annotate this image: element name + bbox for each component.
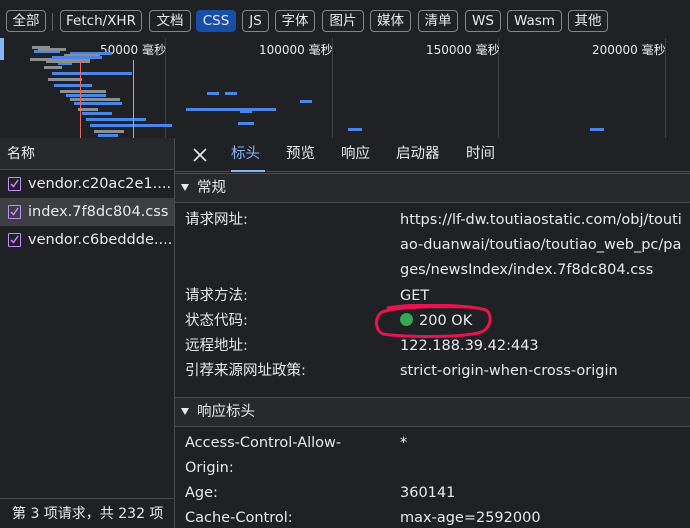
tab-preview[interactable]: 预览 [286,138,315,172]
age-header-value: 360141 [400,485,456,501]
request-timing-bar [207,92,219,95]
tab-response[interactable]: 响应 [341,138,370,172]
request-timing-bar [590,128,604,131]
acao-header-label: Origin: [185,460,234,476]
request-name: index.7f8dc804.css [28,204,169,220]
timeline-tick-label: 200000 毫秒 [592,43,666,57]
status-code-value: 200 OK [400,309,685,334]
filter-doc-button[interactable]: 文档 [149,10,191,32]
request-type-filter-bar: 全部 Fetch/XHR 文档 CSS JS 字体 图片 媒体 清单 WS Wa… [0,0,690,38]
referrer-policy-label: 引荐来源网址政策: [185,363,306,379]
stylesheet-icon [8,205,21,219]
request-timing-bar [186,108,276,111]
request-timing-bar [94,130,124,133]
tab-headers[interactable]: 标头 [231,138,265,172]
request-timing-bar [44,66,62,69]
request-timing-bar [348,128,362,131]
request-timing-bar [78,108,98,111]
acao-header-label: Access-Control-Allow- [185,435,342,451]
stylesheet-icon [8,233,21,247]
request-count-status: 第 3 项请求，共 232 项 [0,498,175,528]
filter-ws-button[interactable]: WS [465,10,501,32]
collapse-triangle-icon [181,408,189,415]
remote-address-value: 122.188.39.42:443 [400,338,539,354]
request-list-panel: 名称 vendor.c20ac2e1.... index.7f8dc804.cs… [0,138,175,528]
tab-initiator[interactable]: 启动器 [396,138,440,172]
acao-header-value: * [400,435,408,451]
request-timing-bar [98,134,118,137]
request-url-label: 请求网址: [185,212,248,228]
filter-other-button[interactable]: 其他 [568,10,608,32]
cache-control-header-label: Cache-Control: [185,510,293,526]
request-timing-bar [70,98,120,101]
section-title: 响应标头 [197,404,255,420]
dom-content-loaded-marker [133,60,134,138]
response-headers-section-header[interactable]: 响应标头 [175,397,690,427]
remote-address-label: 远程地址: [185,338,248,354]
request-timing-bar [52,56,102,59]
filter-wasm-button[interactable]: Wasm [507,10,562,32]
request-detail-panel: 标头 预览 响应 启动器 时间 常规 请求网址: https://lf-dw.t… [175,138,690,528]
request-timing-bar [48,78,82,81]
request-timing-bar [60,90,106,93]
detail-tab-bar: 标头 预览 响应 启动器 时间 [175,138,690,172]
request-timing-bar [46,60,90,63]
filter-media-button[interactable]: 媒体 [370,10,411,32]
name-column-header[interactable]: 名称 [0,138,174,170]
request-name: vendor.c6beddde.... [28,232,173,248]
request-method-value: GET [400,288,430,304]
filter-image-button[interactable]: 图片 [322,10,364,32]
request-method-label: 请求方法: [185,288,248,304]
request-row-selected[interactable]: index.7f8dc804.css [0,198,174,226]
request-timing-bar [225,92,237,95]
request-name: vendor.c20ac2e1.... [28,176,172,192]
request-url-value-line: ges/newsIndex/index.7f8dc804.css [400,262,654,278]
request-timing-bar [66,94,106,97]
request-timing-bar [240,110,252,113]
status-text: 200 OK [419,313,473,329]
cache-control-header-value: max-age=2592000 [400,510,541,526]
request-timing-bar [238,122,254,125]
filter-manifest-button[interactable]: 清单 [418,10,458,32]
request-timing-bar [54,84,92,87]
filter-js-button[interactable]: JS [242,10,269,32]
timeline-tick-label: 150000 毫秒 [426,43,500,57]
filter-font-button[interactable]: 字体 [275,10,315,32]
request-url-value-line: ao-duanwai/toutiao/toutiao_web_pc/pa [400,237,682,253]
network-timeline-overview[interactable]: 50000 毫秒 100000 毫秒 150000 毫秒 200000 毫秒 [0,38,690,138]
status-code-label: 状态代码: [185,313,248,329]
status-ok-dot-icon [400,313,413,326]
filter-all-button[interactable]: 全部 [6,10,46,32]
request-timing-bar [52,72,132,75]
stylesheet-icon [8,177,21,191]
close-icon[interactable] [192,147,208,163]
request-timing-bar [90,124,172,127]
referrer-policy-value: strict-origin-when-cross-origin [400,363,618,379]
timeline-tick-label: 50000 毫秒 [100,43,166,57]
request-timing-bar [82,112,112,115]
age-header-label: Age: [185,485,218,501]
request-timing-bar [86,118,146,121]
tab-timing[interactable]: 时间 [466,138,495,172]
request-timing-bar [38,48,66,51]
filter-fetch-xhr-button[interactable]: Fetch/XHR [60,10,142,32]
filter-divider [52,13,53,31]
request-timing-bar [74,102,122,105]
request-url-value-line: https://lf-dw.toutiaostatic.com/obj/tout… [400,212,682,228]
request-row[interactable]: vendor.c20ac2e1.... [0,170,174,198]
filter-css-button[interactable]: CSS [196,10,236,32]
section-title: 常规 [197,180,226,196]
collapse-triangle-icon [181,184,189,191]
request-timing-bar [300,100,312,103]
general-section-header[interactable]: 常规 [175,173,690,203]
timeline-tick-label: 100000 毫秒 [259,43,333,57]
request-row[interactable]: vendor.c6beddde.... [0,226,174,254]
overview-range-handle[interactable] [0,38,4,60]
load-event-marker [80,60,81,138]
